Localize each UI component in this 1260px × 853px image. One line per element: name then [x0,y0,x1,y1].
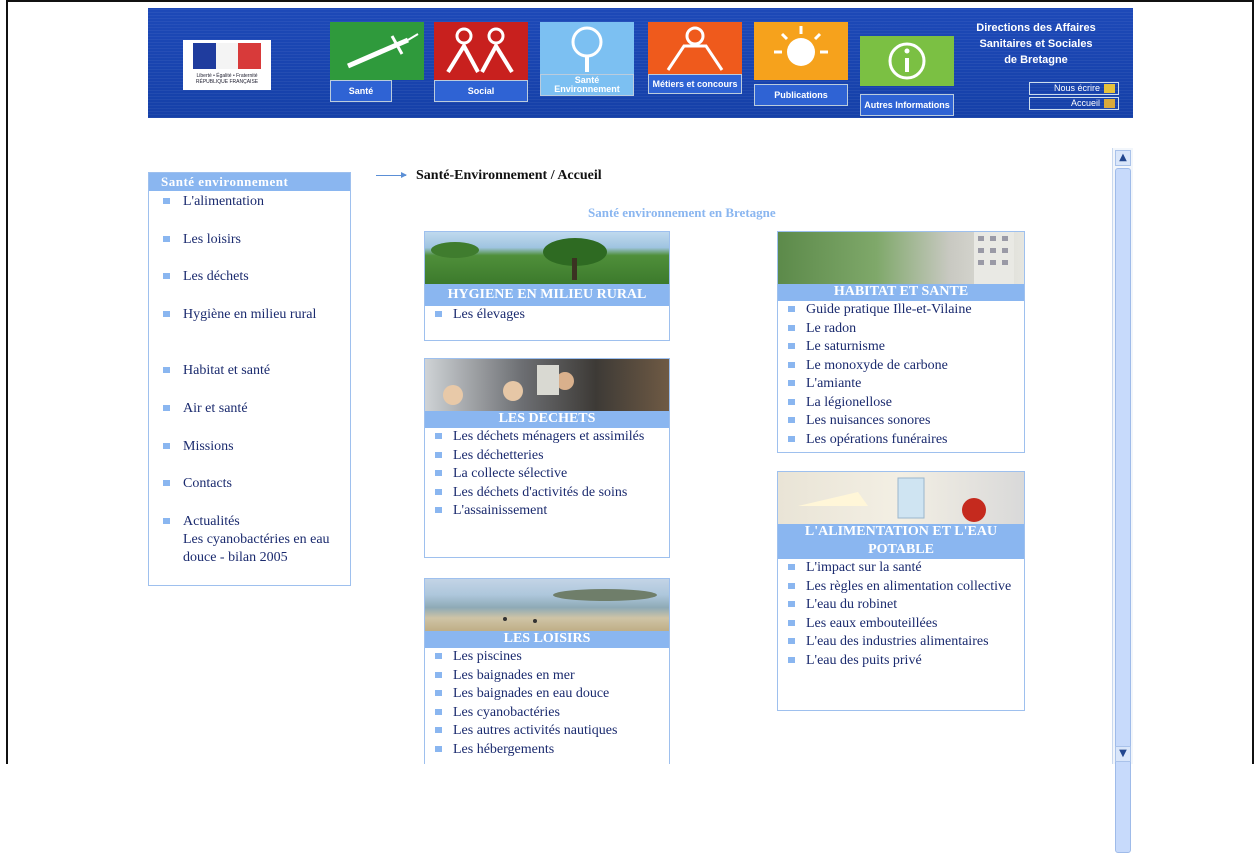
sidebar-item-loisirs[interactable]: Les loisirs [163,231,368,249]
nous-ecrire-button[interactable]: Nous écrire [1029,82,1119,95]
link-assainissement[interactable]: L'assainissement [435,502,669,521]
link-legionellose[interactable]: La légionellose [788,394,1024,413]
family-icon [434,22,528,80]
breadcrumb: Santé-Environnement / Accueil [376,168,602,184]
link-nuisances-sonores[interactable]: Les nuisances sonores [788,412,1024,431]
link-eaux-embouteillees[interactable]: Les eaux embouteillées [788,615,1024,634]
sidebar-news-link[interactable]: Les cyanobactéries en eau douce - bilan … [183,531,351,567]
section-links: Guide pratique Ille-et-Vilaine Le radon … [778,301,1024,449]
link-baignades-mer[interactable]: Les baignades en mer [435,667,669,686]
vertical-scrollbar[interactable]: ▲ ▼ [1112,148,1133,853]
tab-social[interactable]: Social [434,22,528,102]
section-links: Les élevages [425,306,669,325]
org-name: Directions des Affaires Sanitaires et So… [976,22,1096,66]
logo-caption: Liberté • Égalité • Fraternité RÉPUBLIQU… [195,73,259,85]
link-hebergements[interactable]: Les hébergements [435,741,669,760]
food-water-image [778,472,1024,524]
tab-metiers-concours[interactable]: Métiers et concours [648,22,742,94]
link-radon[interactable]: Le radon [788,320,1024,339]
page-subtitle: Santé environnement en Bretagne [588,205,776,220]
sidebar-item-dechets[interactable]: Les déchets [163,268,368,286]
people-icon [648,22,742,74]
sidebar-title: Santé environnement [149,173,350,191]
sidebar-item-hygiene[interactable]: Hygiène en milieu rural [163,306,323,324]
link-dechets-soins[interactable]: Les déchets d'activités de soins [435,484,669,503]
link-eau-industries[interactable]: L'eau des industries alimentaires [788,633,1024,652]
section-title: HYGIENE EN MILIEU RURAL [425,284,669,306]
section-title: HABITAT ET SANTE [778,283,1024,301]
beach-image [425,579,669,631]
link-baignades-eau-douce[interactable]: Les baignades en eau douce [435,685,669,704]
sidebar-item-air[interactable]: Air et santé [163,400,368,418]
housing-image [778,232,1024,284]
flag-icon [193,43,262,69]
republique-francaise-logo[interactable]: Liberté • Égalité • Fraternité RÉPUBLIQU… [183,40,271,90]
tab-sante[interactable]: Santé [330,22,424,102]
section-links: Les piscines Les baignades en mer Les ba… [425,648,669,759]
envelope-icon [1104,84,1115,93]
link-guide-ille-et-vilaine[interactable]: Guide pratique Ille-et-Vilaine [788,301,1024,320]
link-piscines[interactable]: Les piscines [435,648,669,667]
sidebar-item-habitat[interactable]: Habitat et santé [163,362,368,380]
waste-site-image [425,359,669,411]
syringe-icon [330,22,424,80]
link-dechetteries[interactable]: Les déchetteries [435,447,669,466]
sun-icon [754,22,848,80]
link-amiante[interactable]: L'amiante [788,375,1024,394]
link-elevages[interactable]: Les élevages [435,306,669,325]
home-icon [1104,99,1115,108]
section-title: LES LOISIRS [425,630,669,648]
section-alimentation: L'ALIMENTATION ET L'EAU POTABLE L'impact… [777,471,1025,711]
site-banner: Liberté • Égalité • Fraternité RÉPUBLIQU… [148,8,1133,118]
link-impact-sante[interactable]: L'impact sur la santé [788,559,1024,578]
link-collecte-selective[interactable]: La collecte sélective [435,465,669,484]
section-habitat: HABITAT ET SANTE Guide pratique Ille-et-… [777,231,1025,453]
link-monoxyde-carbone[interactable]: Le monoxyde de carbone [788,357,1024,376]
section-hygiene: HYGIENE EN MILIEU RURAL Les élevages [424,231,670,341]
section-links: Les déchets ménagers et assimilés Les dé… [425,428,669,521]
link-eau-puits[interactable]: L'eau des puits privé [788,652,1024,671]
link-cyanobacteries[interactable]: Les cyanobactéries [435,704,669,723]
section-loisirs: LES LOISIRS Les piscines Les baignades e… [424,578,670,764]
link-eau-robinet[interactable]: L'eau du robinet [788,596,1024,615]
accueil-button[interactable]: Accueil [1029,97,1119,110]
tab-autres-informations[interactable]: Autres Informations [860,36,954,116]
sidebar-item-missions[interactable]: Missions [163,438,368,456]
section-links: L'impact sur la santé Les règles en alim… [778,559,1024,670]
tab-publications[interactable]: Publications [754,22,848,106]
section-dechets: LES DECHETS Les déchets ménagers et assi… [424,358,670,558]
link-saturnisme[interactable]: Le saturnisme [788,338,1024,357]
link-operations-funeraires[interactable]: Les opérations funéraires [788,431,1024,450]
rural-landscape-image [425,232,669,284]
scroll-down-icon[interactable]: ▼ [1115,746,1131,762]
info-icon [860,36,954,86]
arrow-right-icon [376,172,407,179]
sidebar-nav: Santé environnement L'alimentation Les l… [148,172,351,586]
tab-sante-environnement[interactable]: Santé Environnement [540,22,634,96]
sidebar-item-contacts[interactable]: Contacts [163,475,368,493]
link-activites-nautiques[interactable]: Les autres activités nautiques [435,722,669,741]
tree-icon [540,22,634,74]
sidebar-item-alimentation[interactable]: L'alimentation [163,193,368,211]
section-title: L'ALIMENTATION ET L'EAU POTABLE [778,523,1024,559]
link-regles-alimentation[interactable]: Les règles en alimentation collective [788,578,1024,597]
section-title: LES DECHETS [425,410,669,428]
sidebar-item-actualites[interactable]: Actualités [163,513,368,531]
link-dechets-menagers[interactable]: Les déchets ménagers et assimilés [435,428,669,447]
scroll-up-icon[interactable]: ▲ [1115,150,1131,166]
